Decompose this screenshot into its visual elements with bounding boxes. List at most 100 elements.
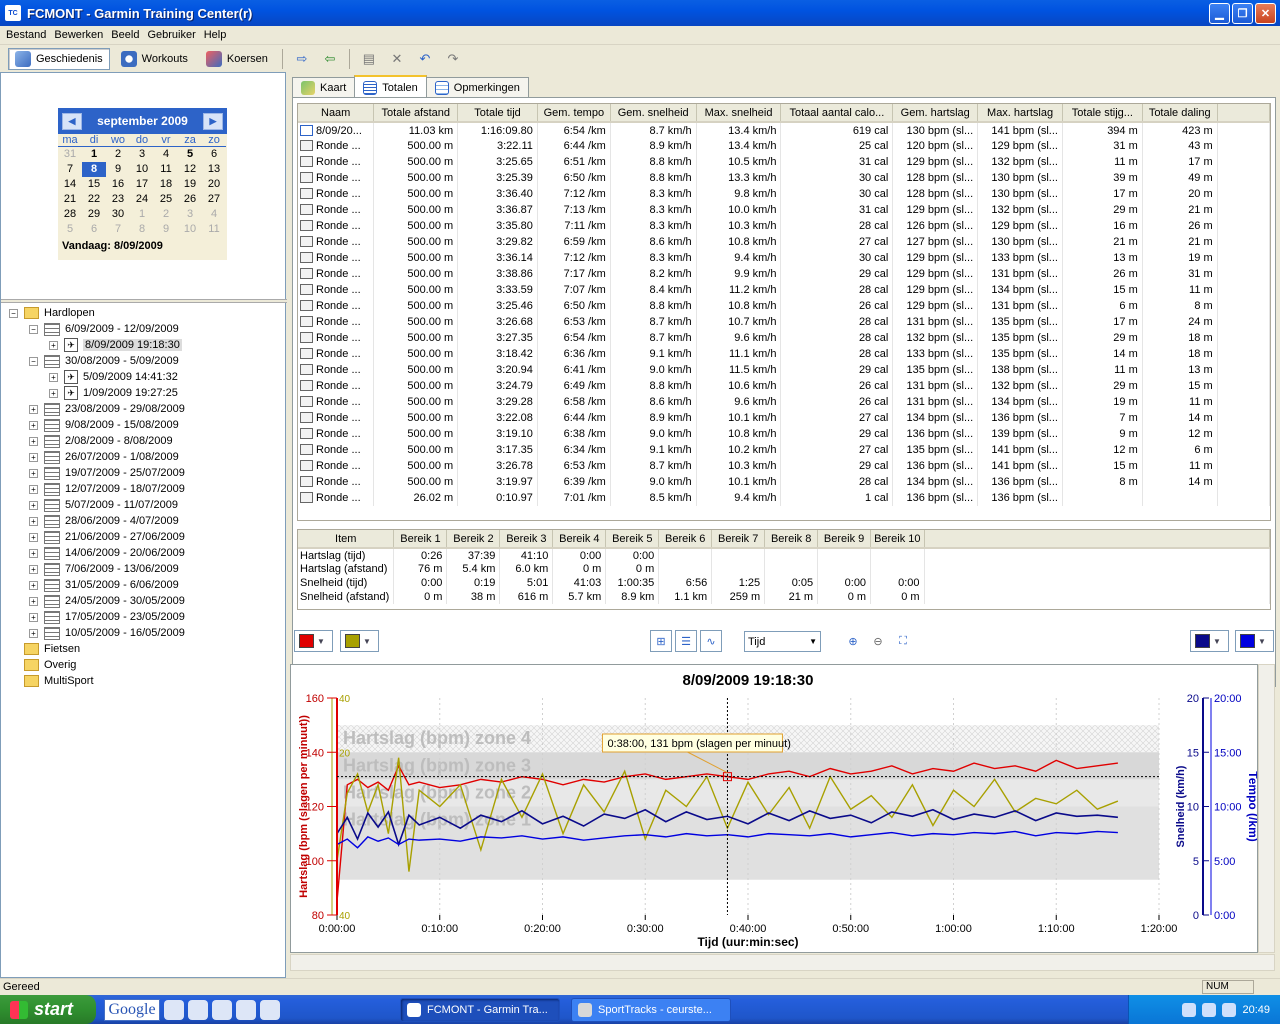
tray-network-icon[interactable] (1182, 1002, 1197, 1017)
column-header[interactable]: Totale daling (1142, 104, 1218, 123)
calendar-day[interactable]: 16 (106, 177, 130, 192)
lap-row[interactable]: Ronde ... 26.02 m 0:10.97 7:01 /km 8.5 km/h 9… (298, 490, 1270, 506)
maximize-button[interactable]: ❐ (1232, 3, 1253, 24)
calendar-day[interactable]: 9 (154, 222, 178, 237)
calendar-day[interactable]: 29 (82, 207, 106, 222)
activity-chart[interactable]: Hartslag (bpm) zone 4 Hartslag (bpm) zone… (291, 665, 1260, 952)
column-header[interactable]: Bereik 2 (446, 530, 501, 549)
tree-week[interactable]: +5/07/2009 - 11/07/2009 (29, 497, 178, 513)
calendar-day[interactable]: 4 (202, 207, 226, 222)
calendar-day[interactable]: 22 (82, 192, 106, 207)
chart-area[interactable]: Hartslag (bpm) zone 4 Hartslag (bpm) zone… (290, 664, 1260, 953)
delete-icon[interactable]: ✕ (385, 48, 409, 70)
tree-activity[interactable]: + ✈ 5/09/2009 14:41:32 (49, 369, 178, 385)
column-header[interactable]: Bereik 5 (605, 530, 660, 549)
column-header[interactable]: Gem. tempo (537, 104, 611, 123)
calendar-day[interactable]: 18 (154, 177, 178, 192)
hr-color-select[interactable]: ▼ (294, 630, 333, 652)
calendar-day[interactable]: 31 (58, 147, 82, 162)
history-button[interactable]: Geschiedenis (8, 48, 110, 70)
calendar-day[interactable]: 10 (130, 162, 154, 177)
calendar-day[interactable]: 24 (130, 192, 154, 207)
xaxis-select[interactable]: Tijd ▼ (744, 631, 821, 652)
column-header[interactable]: Max. snelheid (696, 104, 782, 123)
quicklaunch-browser-icon[interactable] (188, 999, 208, 1020)
column-header[interactable]: Gem. snelheid (610, 104, 697, 123)
calendar-day[interactable]: 8 (130, 222, 154, 237)
calendar-day[interactable]: 21 (58, 192, 82, 207)
lap-row[interactable]: Ronde ... 500.00 m 3:38.86 7:17 /km 8.2 km/h… (298, 266, 1270, 282)
calendar-day[interactable]: 6 (202, 147, 226, 162)
column-header[interactable]: Item (298, 530, 395, 549)
menu-bewerken[interactable]: Bewerken (50, 29, 107, 41)
tree-week[interactable]: +19/07/2009 - 25/07/2009 (29, 465, 185, 481)
calendar-day[interactable]: 5 (178, 147, 202, 162)
calendar-day[interactable]: 7 (106, 222, 130, 237)
tree-week[interactable]: +26/07/2009 - 1/08/2009 (29, 449, 179, 465)
menu-beeld[interactable]: Beeld (107, 29, 143, 41)
zoom-fit-icon[interactable]: ⛶ (892, 630, 914, 652)
calendar-prev-button[interactable]: ◀ (62, 112, 82, 130)
calendar-next-button[interactable]: ▶ (202, 112, 223, 130)
zone-row[interactable]: Snelheid (tijd) 0:00 0:19 5:01 41:03 1:00:35 6… (298, 576, 1270, 590)
tree-week[interactable]: +2/08/2009 - 8/08/2009 (29, 433, 173, 449)
tree-folder-hardlopen[interactable]: − Hardlopen (9, 305, 95, 321)
column-header[interactable]: Bereik 8 (764, 530, 819, 549)
tree-week[interactable]: −30/08/2009 - 5/09/2009 (29, 353, 179, 369)
tab-totalen[interactable]: Totalen (354, 75, 427, 98)
calendar-day[interactable]: 2 (106, 147, 130, 162)
menu-help[interactable]: Help (200, 29, 231, 41)
lap-row[interactable]: Ronde ... 500.00 m 3:35.80 7:11 /km 8.3 km/h… (298, 218, 1270, 234)
calendar-day[interactable]: 8 (82, 162, 106, 177)
calendar-day[interactable]: 7 (58, 162, 82, 177)
calendar-day[interactable]: 28 (58, 207, 82, 222)
send-to-device-icon[interactable]: ⇨ (290, 48, 314, 70)
menu-bestand[interactable]: Bestand (2, 29, 50, 41)
lap-row[interactable]: 8/09/20... 11.03 km 1:16:09.80 6:54 /km 8.7 … (298, 122, 1270, 138)
taskbar-sporttracks-button[interactable]: SportTracks - ceurste... (571, 997, 731, 1022)
crosshair-tool-icon[interactable]: ⊞ (650, 630, 672, 652)
tree-week[interactable]: +17/05/2009 - 23/05/2009 (29, 609, 185, 625)
lap-row[interactable]: Ronde ... 500.00 m 3:17.35 6:34 /km 9.1 km/h… (298, 442, 1270, 458)
calendar-day[interactable]: 3 (130, 147, 154, 162)
tree-week[interactable]: −6/09/2009 - 12/09/2009 (29, 321, 179, 337)
lap-row[interactable]: Ronde ... 500.00 m 3:36.40 7:12 /km 8.3 km/h… (298, 186, 1270, 202)
tree-week[interactable]: +12/07/2009 - 18/07/2009 (29, 481, 185, 497)
calendar-day[interactable]: 23 (106, 192, 130, 207)
column-header[interactable]: Totale stijg... (1062, 104, 1143, 123)
calendar-day[interactable]: 20 (202, 177, 226, 192)
left-splitter[interactable] (1, 299, 287, 303)
calendar-day[interactable]: 6 (82, 222, 106, 237)
calendar-day[interactable]: 17 (130, 177, 154, 192)
start-button[interactable]: start (0, 995, 96, 1024)
tree-week[interactable]: +28/06/2009 - 4/07/2009 (29, 513, 179, 529)
chart-hscrollbar[interactable] (290, 954, 1275, 971)
tree-week[interactable]: +9/08/2009 - 15/08/2009 (29, 417, 179, 433)
tree-week[interactable]: +21/06/2009 - 27/06/2009 (29, 529, 185, 545)
lap-row[interactable]: Ronde ... 500.00 m 3:24.79 6:49 /km 8.8 km/h… (298, 378, 1270, 394)
calendar-day[interactable]: 15 (82, 177, 106, 192)
tray-security-icon[interactable] (1222, 1002, 1237, 1017)
quicklaunch-mail-icon[interactable] (212, 999, 232, 1020)
lap-row[interactable]: Ronde ... 500.00 m 3:20.94 6:41 /km 9.0 km/h… (298, 362, 1270, 378)
zone-row[interactable]: Hartslag (tijd) 0:26 37:39 41:10 0:00 0:00 (298, 548, 1270, 562)
column-header[interactable]: Bereik 4 (552, 530, 607, 549)
quicklaunch-search-icon[interactable] (236, 999, 256, 1020)
tree-week[interactable]: +23/08/2009 - 29/08/2009 (29, 401, 185, 417)
column-header[interactable]: Bereik 6 (658, 530, 713, 549)
cadence-color-select[interactable]: ▼ (340, 630, 379, 652)
lap-row[interactable]: Ronde ... 500.00 m 3:18.42 6:36 /km 9.1 km/h… (298, 346, 1270, 362)
lap-row[interactable]: Ronde ... 500.00 m 3:25.39 6:50 /km 8.8 km/h… (298, 170, 1270, 186)
lap-row[interactable]: Ronde ... 500.00 m 3:26.68 6:53 /km 8.7 km/h… (298, 314, 1270, 330)
lap-row[interactable]: Ronde ... 500.00 m 3:33.59 7:07 /km 8.4 km/h… (298, 282, 1270, 298)
minimize-button[interactable]: ▁ (1209, 3, 1230, 24)
close-button[interactable]: ✕ (1255, 3, 1276, 24)
tree-week[interactable]: +7/06/2009 - 13/06/2009 (29, 561, 179, 577)
column-header[interactable]: Bereik 3 (499, 530, 554, 549)
lap-row[interactable]: Ronde ... 500.00 m 3:25.65 6:51 /km 8.8 km/h… (298, 154, 1270, 170)
column-header[interactable]: Bereik 7 (711, 530, 766, 549)
column-header[interactable]: Naam (298, 104, 375, 123)
column-header[interactable]: Bereik 10 (870, 530, 925, 549)
lap-row[interactable]: Ronde ... 500.00 m 3:36.14 7:12 /km 8.3 km/h… (298, 250, 1270, 266)
calendar-day[interactable]: 26 (178, 192, 202, 207)
